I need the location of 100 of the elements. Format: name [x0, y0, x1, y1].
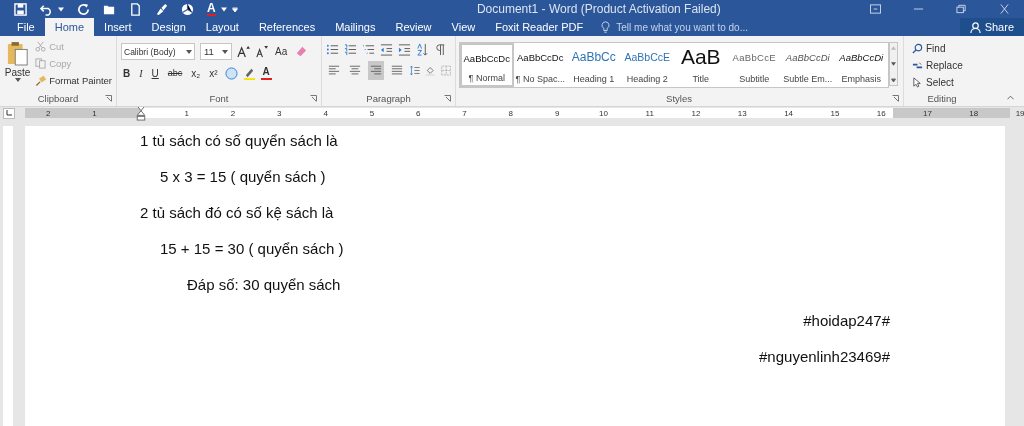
paste-button[interactable]: Paste [4, 39, 32, 91]
style-name: Subtitle [739, 74, 770, 85]
ruler-number: 5 [368, 108, 376, 118]
ribbon-tab[interactable]: References [248, 18, 326, 37]
tab-selector[interactable] [3, 107, 15, 119]
style-preview: AaBbCcE [624, 50, 670, 66]
window-title: Document1 - Word (Product Activation Failed) [475, 2, 721, 17]
font-color-button[interactable]: A [207, 2, 216, 17]
caret-icon [186, 49, 192, 54]
font-format-button[interactable]: B [121, 65, 133, 82]
style-name: ¶ No Spac... [515, 74, 565, 85]
search-icon [912, 43, 923, 55]
document-icon[interactable] [129, 2, 142, 16]
style-item[interactable]: AaBbCcDc ¶ No Spac... [513, 43, 567, 88]
ruler-number: 10 [597, 108, 609, 118]
customize-icon[interactable] [231, 6, 238, 12]
scroll-down-icon[interactable] [891, 62, 896, 67]
style-preview: AaBbCc [571, 49, 616, 67]
group-label: Clipboard [37, 92, 79, 104]
style-item[interactable]: AaB Title [674, 43, 728, 88]
style-item[interactable]: AaBbCc Heading 1 [567, 43, 621, 88]
scissors-icon [35, 41, 47, 53]
ribbon-tab[interactable]: View [441, 18, 486, 37]
style-item[interactable]: AaBbCcDi Subtle Em... [781, 43, 835, 88]
restore-icon[interactable] [956, 4, 967, 15]
ribbon-tab[interactable]: Mailings [325, 18, 386, 37]
save-icon[interactable] [14, 2, 27, 16]
style-name: ¶ Normal [468, 73, 505, 84]
ribbon-tab[interactable]: Home [44, 18, 95, 37]
shrink-font-icon[interactable] [255, 45, 268, 59]
increase-indent-icon[interactable] [398, 43, 411, 57]
font-name-field[interactable]: Calibri (Body) [121, 43, 195, 61]
chart-icon[interactable] [181, 2, 194, 16]
numbering-icon[interactable] [344, 43, 357, 57]
ruler-number: 16 [875, 108, 887, 118]
pilcrow-icon[interactable] [434, 43, 447, 57]
ribbon-tab[interactable]: Foxit Reader PDF [485, 18, 594, 37]
editing-command[interactable]: Select [908, 75, 976, 91]
editing-command[interactable]: Find [908, 41, 976, 57]
group-label: Styles [666, 92, 692, 104]
ruler-number: 4 [322, 108, 329, 118]
change-case-button[interactable]: Aa [273, 43, 290, 60]
ribbon-display-icon[interactable] [870, 4, 881, 15]
bullets-icon[interactable] [326, 43, 339, 57]
group-label: Font [209, 92, 229, 104]
caret-icon[interactable] [220, 6, 227, 12]
caret-icon[interactable] [58, 6, 64, 12]
multilevel-list-icon[interactable] [362, 43, 375, 57]
document-text: #nguyenlinh23469# [758, 347, 891, 367]
editing-command[interactable]: Replace [908, 58, 976, 74]
font-color-button[interactable]: A [260, 66, 272, 81]
clipboard-command[interactable]: Format Painter [35, 73, 112, 89]
caret-icon [222, 49, 228, 54]
gallery-scrollbar[interactable] [889, 42, 898, 87]
indent-marker-icon[interactable] [135, 105, 146, 121]
align-text-icon[interactable] [367, 61, 384, 81]
ribbon-tab[interactable]: Design [141, 18, 196, 37]
launcher-icon[interactable] [892, 94, 899, 102]
ruler-number: 14 [783, 108, 795, 118]
ruler-number: 18 [968, 108, 980, 118]
ribbon-tab[interactable]: File [7, 18, 45, 37]
launcher-icon[interactable] [444, 94, 451, 102]
grow-font-icon[interactable] [237, 45, 250, 59]
ruler-number: 13 [736, 108, 748, 118]
person-icon [969, 21, 981, 33]
close-icon[interactable] [999, 4, 1010, 15]
style-item[interactable]: AaBbCcE Subtitle [727, 43, 781, 88]
font-format-button[interactable]: I [137, 65, 145, 82]
launcher-icon[interactable] [310, 94, 317, 102]
brush-icon[interactable] [155, 2, 168, 16]
ruler-number: 11 [644, 108, 655, 118]
ribbon-tab[interactable]: Layout [195, 18, 249, 37]
ruler-number: 7 [461, 108, 468, 118]
tell-me-field[interactable]: Tell me what you want to do... [601, 18, 789, 37]
style-item[interactable]: AaBbCcDi Emphasis [834, 43, 888, 88]
decrease-indent-icon[interactable] [380, 43, 393, 57]
highlighter-icon[interactable] [242, 66, 256, 80]
redo-icon[interactable] [77, 2, 90, 16]
line-spacing-icon[interactable] [409, 64, 421, 78]
document-text: 2 tủ sách đó có số kệ sách là [139, 203, 335, 223]
collapse-ribbon-icon[interactable] [1007, 95, 1014, 101]
ribbon-tab[interactable]: Review [385, 18, 442, 37]
style-preview: AaBbCcDc [517, 50, 564, 65]
launcher-icon[interactable] [105, 94, 112, 102]
font-format-button[interactable]: x₂ [189, 65, 203, 82]
sort-icon[interactable] [416, 43, 429, 57]
ruler-number: 12 [690, 108, 702, 118]
font-size-field[interactable]: 11 [200, 43, 232, 61]
font-format-button[interactable]: x² [207, 65, 220, 82]
ruler-number: 3 [276, 108, 283, 118]
font-format-button[interactable]: abc [165, 65, 185, 82]
style-item[interactable]: AaBbCcDc ¶ Normal [460, 43, 514, 88]
document-text: 1 tủ sách có số quyển sách là [139, 131, 339, 151]
share-button[interactable]: Share [959, 18, 1024, 37]
font-format-button[interactable]: U [149, 65, 161, 82]
copy-icon [35, 58, 47, 70]
more-icon[interactable] [891, 78, 896, 83]
style-name: Emphasis [841, 74, 881, 85]
style-item[interactable]: AaBbCcE Heading 2 [620, 43, 674, 88]
ribbon-tab[interactable]: Insert [94, 18, 142, 37]
